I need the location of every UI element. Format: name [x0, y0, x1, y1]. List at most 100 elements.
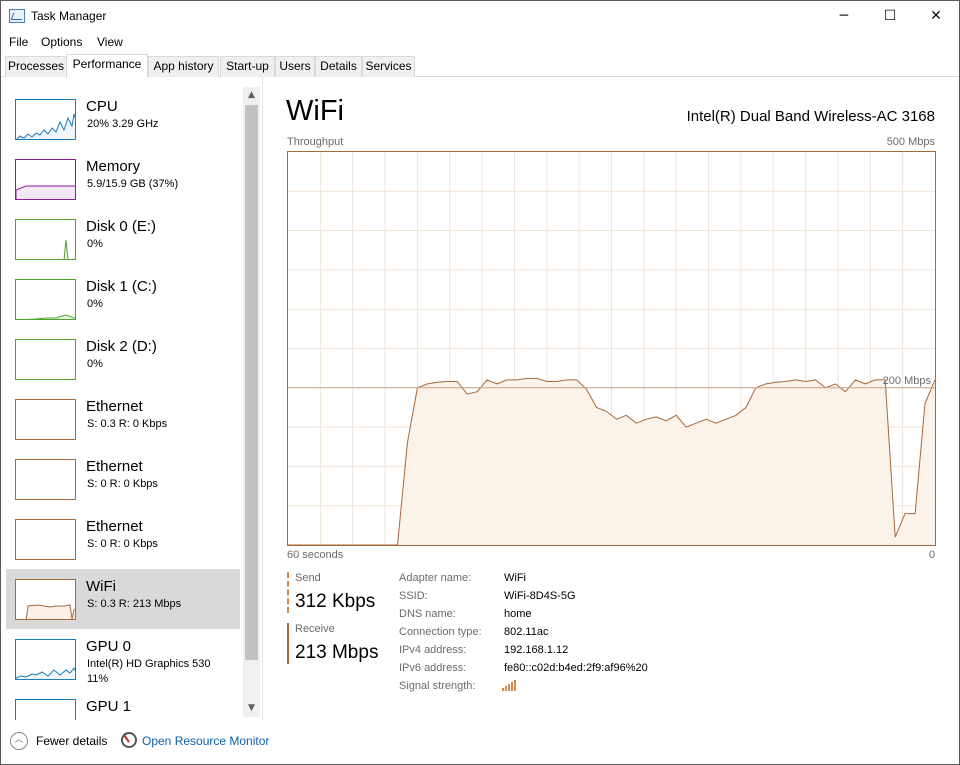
open-resource-monitor-link[interactable]: Open Resource Monitor — [142, 734, 269, 748]
close-button[interactable]: ✕ — [913, 1, 959, 31]
reference-line-label: 200 Mbps — [883, 375, 932, 387]
minimize-button[interactable]: ─ — [821, 1, 867, 31]
sidebar-graph-thumbnail — [15, 219, 76, 260]
sidebar-graph-thumbnail — [15, 519, 76, 560]
tab-performance[interactable]: Performance — [66, 54, 148, 78]
sidebar-graph-thumbnail — [15, 279, 76, 320]
sidebar-item-label: Disk 2 (D:) — [86, 338, 157, 355]
send-stat: Send 312 Kbps — [287, 572, 375, 613]
tab-app-history[interactable]: App history — [148, 56, 219, 77]
signal-bar — [514, 680, 516, 691]
info-value: 802.11ac — [504, 626, 549, 638]
sidebar-graph-thumbnail — [15, 699, 76, 720]
sidebar-item-ethernet[interactable]: Ethernet S: 0.3 R: 0 Kbps — [6, 389, 240, 449]
footer: ︿ Fewer details Open Resource Monitor — [1, 720, 959, 764]
tab-details[interactable]: Details — [315, 56, 362, 77]
info-key: Adapter name: — [399, 572, 472, 584]
signal-bar — [505, 686, 507, 691]
sidebar-item-label: WiFi — [86, 578, 116, 595]
throughput-chart-svg: 200 Mbps — [288, 152, 935, 545]
sidebar-item-detail: 20% 3.29 GHz — [87, 118, 159, 130]
sidebar-item-detail: S: 0.3 R: 213 Mbps — [87, 598, 182, 610]
sidebar-item-label: Ethernet — [86, 458, 143, 475]
menu-file[interactable]: File — [9, 35, 28, 49]
tab-start-up[interactable]: Start-up — [220, 56, 275, 77]
info-key: IPv6 address: — [399, 662, 467, 674]
scroll-thumb[interactable] — [245, 105, 258, 660]
title-bar[interactable]: Task Manager ─ ☐ ✕ — [1, 1, 959, 31]
menu-options[interactable]: Options — [41, 35, 82, 49]
sidebar-item-label: Ethernet — [86, 398, 143, 415]
info-value: WiFi-8D4S-5G — [504, 590, 576, 602]
performance-sidebar: GPU 1 GPU 0 Intel(R) HD Graphics 530 11% WiF… — [1, 77, 263, 720]
sidebar-item-detail: 0% — [87, 358, 103, 370]
receive-value: 213 Mbps — [295, 642, 379, 663]
receive-stat: Receive 213 Mbps — [287, 623, 378, 664]
signal-bar — [511, 682, 513, 691]
sidebar-item-detail: 0% — [87, 298, 103, 310]
sidebar-item-detail: Intel(R) HD Graphics 530 — [87, 658, 211, 670]
info-key: Signal strength: — [399, 680, 476, 692]
info-key: IPv4 address: — [399, 644, 467, 656]
sidebar-item-detail-2: 11% — [87, 673, 109, 685]
task-manager-icon — [9, 9, 25, 23]
sidebar-item-gpu-0[interactable]: GPU 0 Intel(R) HD Graphics 530 11% — [6, 629, 240, 689]
chart-time-label: 60 seconds — [287, 549, 344, 561]
sidebar-item-disk-2-d[interactable]: Disk 2 (D:) 0% — [6, 329, 240, 389]
sidebar-graph-line — [16, 113, 75, 139]
sidebar-item-detail: S: 0 R: 0 Kbps — [87, 538, 158, 550]
chevron-up-icon[interactable]: ︿ — [10, 732, 28, 750]
sidebar-item-wifi[interactable]: WiFi S: 0.3 R: 213 Mbps — [6, 569, 240, 629]
signal-strength-icon — [502, 679, 520, 691]
sidebar-graph-line — [25, 314, 75, 319]
sidebar-scrollbar[interactable]: ▲ ▼ — [243, 87, 260, 717]
sidebar-item-ethernet[interactable]: Ethernet S: 0 R: 0 Kbps — [6, 449, 240, 509]
sidebar-item-disk-0-e[interactable]: Disk 0 (E:) 0% — [6, 209, 240, 269]
sidebar-item-detail: 5.9/15.9 GB (37%) — [87, 178, 179, 190]
sidebar-item-memory[interactable]: Memory 5.9/15.9 GB (37%) — [6, 149, 240, 209]
sidebar-graph-line — [63, 239, 69, 259]
sidebar-graph-thumbnail — [15, 459, 76, 500]
sidebar-item-detail: S: 0.3 R: 0 Kbps — [87, 418, 168, 430]
sidebar-item-label: Disk 0 (E:) — [86, 218, 157, 235]
sidebar-item-ethernet[interactable]: Ethernet S: 0 R: 0 Kbps — [6, 509, 240, 569]
sidebar-graph-line — [16, 667, 75, 679]
adapter-model: Intel(R) Dual Band Wireless-AC 3168 — [686, 108, 935, 125]
info-key: SSID: — [399, 590, 428, 602]
sidebar-graph-line — [25, 604, 75, 619]
receive-label: Receive — [295, 623, 335, 635]
sidebar-item-gpu-1[interactable]: GPU 1 — [6, 689, 240, 720]
chart-zero-label: 0 — [929, 549, 936, 561]
tab-bar: Processes Performance App history Start-… — [1, 54, 959, 78]
signal-bar — [502, 688, 504, 691]
resource-monitor-icon[interactable] — [121, 732, 137, 748]
sidebar-item-label: Ethernet — [86, 518, 143, 535]
info-value: home — [504, 608, 532, 620]
scroll-down-arrow-icon[interactable]: ▼ — [243, 700, 260, 717]
sidebar-graph-thumbnail — [15, 159, 76, 200]
sidebar-item-label: Memory — [86, 158, 141, 175]
menu-bar: File Options View — [1, 32, 959, 52]
scroll-up-arrow-icon[interactable]: ▲ — [243, 87, 260, 104]
sidebar-item-cpu[interactable]: CPU 20% 3.29 GHz — [6, 89, 240, 149]
sidebar-graph-thumbnail — [15, 399, 76, 440]
sidebar-graph-thumbnail — [15, 339, 76, 380]
sidebar-item-detail: S: 0 R: 0 Kbps — [87, 478, 158, 490]
tab-services[interactable]: Services — [362, 56, 415, 77]
chart-max-label: 500 Mbps — [886, 136, 935, 148]
menu-view[interactable]: View — [97, 35, 123, 49]
signal-bar — [508, 684, 510, 691]
sidebar-item-label: GPU 0 — [86, 638, 132, 655]
info-value: fe80::c02d:b4ed:2f9:af96%20 — [504, 662, 648, 674]
info-value: WiFi — [504, 572, 526, 584]
send-value: 312 Kbps — [295, 591, 376, 612]
tab-processes[interactable]: Processes — [5, 56, 67, 77]
sidebar-graph-thumbnail — [15, 579, 76, 620]
tab-users[interactable]: Users — [275, 56, 315, 77]
sidebar-item-disk-1-c[interactable]: Disk 1 (C:) 0% — [6, 269, 240, 329]
page-title: WiFi — [286, 95, 344, 127]
fewer-details-button[interactable]: Fewer details — [36, 734, 107, 748]
sidebar-item-label: CPU — [86, 98, 118, 115]
maximize-button[interactable]: ☐ — [867, 1, 913, 31]
chart-title: Throughput — [287, 136, 344, 148]
